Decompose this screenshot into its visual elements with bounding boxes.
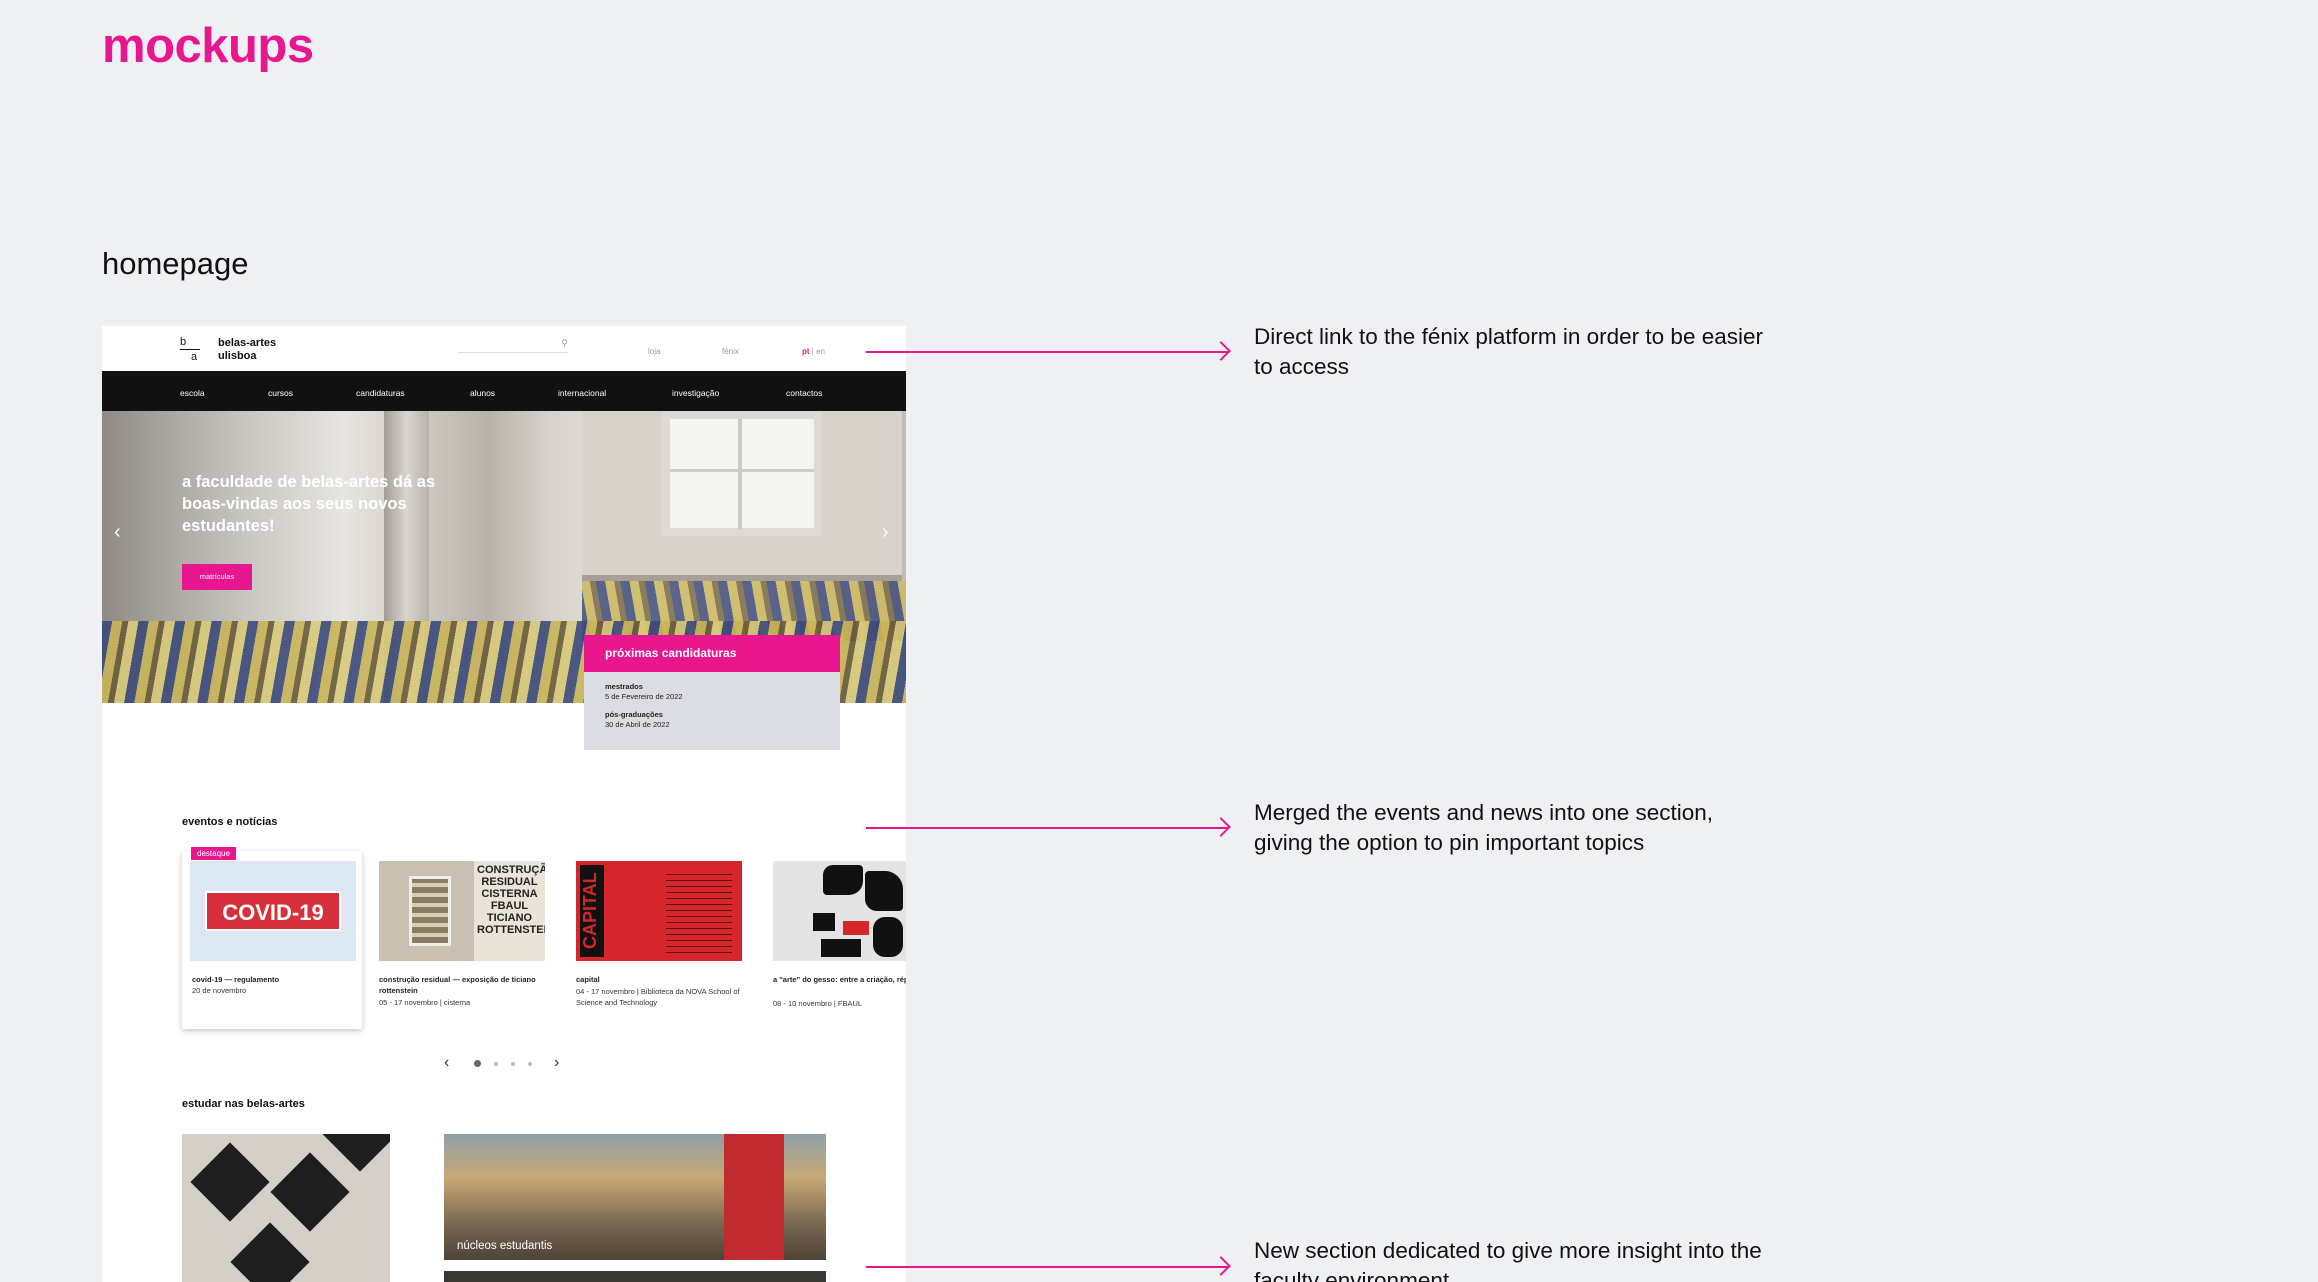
event-thumbnail: CAPITAL	[576, 861, 742, 961]
hero-headline: a faculdade de belas-artes dá as boas-vi…	[182, 473, 436, 535]
hero-window	[662, 411, 822, 536]
pager-dot[interactable]	[511, 1062, 515, 1066]
event-title: a "arte" do gesso: entre a criação, répl…	[773, 975, 906, 984]
pager-dot[interactable]	[494, 1062, 498, 1066]
logo-line-1: belas-artes	[218, 337, 277, 349]
annotation-fenix-link: Direct link to the fénix platform in ord…	[1254, 324, 1763, 379]
study-card-nucleos[interactable]: núcleos estudantis	[444, 1134, 826, 1260]
site-header: b a belas-artes ulisboa ⚲ loja fénix pt …	[102, 326, 906, 371]
candidaturas-box[interactable]: próximas candidaturas mestrados 5 de Fev…	[584, 635, 840, 750]
nav-item-internacional[interactable]: internacional	[558, 388, 606, 398]
study-heading: estudar nas belas-artes	[182, 1098, 305, 1110]
language-switch: pt | en	[802, 347, 825, 356]
candidatura-name: pós-graduações	[605, 710, 663, 719]
page-title: mockups	[102, 19, 314, 73]
event-thumbnail: COVID-19	[190, 861, 356, 961]
link-loja[interactable]: loja	[648, 347, 660, 356]
annotation-arrow	[866, 351, 1228, 353]
event-card[interactable]: CONSTRUÇÃO RESIDUAL CISTERNA FBAUL TICIA…	[379, 851, 559, 1029]
chevron-left-icon[interactable]: ‹	[444, 1054, 449, 1072]
chevron-right-icon[interactable]: ›	[554, 1054, 559, 1072]
logo-text[interactable]: belas-artes ulisboa	[218, 337, 276, 363]
event-thumbnail	[773, 861, 906, 961]
event-title: covid-19 — regulamento	[192, 975, 280, 984]
candidatura-date: 30 de Abril de 2022	[605, 720, 670, 729]
homepage-mockup: b a belas-artes ulisboa ⚲ loja fénix pt …	[102, 326, 906, 1282]
candidaturas-list: mestrados 5 de Fevereiro de 2022 pós-gra…	[584, 672, 840, 740]
event-meta: 05 - 17 novembro | cisterna	[379, 998, 471, 1007]
study-card-image[interactable]	[444, 1271, 826, 1282]
event-card[interactable]: CAPITAL capital 04 - 17 novembro | Bibli…	[576, 851, 756, 1029]
section-title: homepage	[102, 246, 249, 281]
annotation-events-news: Merged the events and news into one sect…	[1254, 800, 1714, 855]
candidatura-date: 5 de Fevereiro de 2022	[605, 692, 683, 701]
chevron-left-icon[interactable]: ‹	[114, 521, 121, 544]
lang-pt[interactable]: pt	[802, 347, 810, 356]
logo-mark-top: b	[180, 336, 187, 348]
nav-item-escola[interactable]: escola	[180, 388, 205, 398]
study-card-image[interactable]	[182, 1134, 390, 1282]
nav-item-cursos[interactable]: cursos	[268, 388, 293, 398]
link-fenix[interactable]: fénix	[722, 347, 739, 356]
event-poster-text: CONSTRUÇÃO RESIDUAL CISTERNA FBAUL TICIA…	[474, 861, 545, 961]
event-thumbnail: CONSTRUÇÃO RESIDUAL CISTERNA FBAUL TICIA…	[379, 861, 545, 961]
presentation-page: mockups homepage b a belas-artes ulisboa…	[0, 0, 2318, 1282]
event-title: construção residual — exposição de ticia…	[379, 975, 536, 995]
covid-thumb-text: COVID-19	[205, 891, 341, 931]
study-card-label: núcleos estudantis	[457, 1240, 553, 1252]
search-input[interactable]: ⚲	[458, 338, 568, 353]
candidaturas-title: próximas candidaturas	[584, 635, 840, 672]
events-heading: eventos e notícias	[182, 816, 278, 828]
event-meta: 04 - 17 novembro | Biblioteca da NOVA Sc…	[576, 987, 740, 1007]
search-icon[interactable]: ⚲	[561, 338, 568, 349]
pager-dot[interactable]	[474, 1060, 481, 1067]
chevron-right-icon[interactable]: ›	[882, 521, 889, 544]
event-meta: 20 de novembro	[192, 986, 247, 995]
logo-line-2: ulisboa	[218, 350, 257, 362]
nav-item-investigacao[interactable]: investigação	[672, 388, 719, 398]
annotation-arrow	[866, 827, 1228, 829]
lang-en[interactable]: en	[816, 347, 825, 356]
nav-item-contactos[interactable]: contactos	[786, 388, 822, 398]
annotation-study-section: New section dedicated to give more insig…	[1254, 1238, 1762, 1282]
main-nav: escola cursos candidaturas alunos intern…	[102, 371, 906, 411]
logo-icon[interactable]: b a	[180, 336, 202, 363]
event-card[interactable]: COVID-19 destaque covid-19 — regulamento…	[182, 847, 362, 1029]
matriculas-button[interactable]: matrículas	[182, 564, 252, 590]
event-meta: 08 - 10 novembro | FBAUL	[773, 999, 863, 1008]
capital-thumb-text: CAPITAL	[580, 865, 604, 957]
candidatura-name: mestrados	[605, 682, 643, 691]
nav-item-alunos[interactable]: alunos	[470, 388, 495, 398]
annotation-arrow	[866, 1266, 1228, 1268]
event-card[interactable]: a "arte" do gesso: entre a criação, répl…	[773, 851, 906, 1029]
pager-dot[interactable]	[528, 1062, 532, 1066]
logo-mark-bottom: a	[191, 351, 198, 363]
event-title: capital	[576, 975, 600, 984]
featured-badge: destaque	[191, 847, 236, 860]
nav-item-candidaturas[interactable]: candidaturas	[356, 388, 405, 398]
events-pager: ‹ ›	[102, 1054, 906, 1074]
